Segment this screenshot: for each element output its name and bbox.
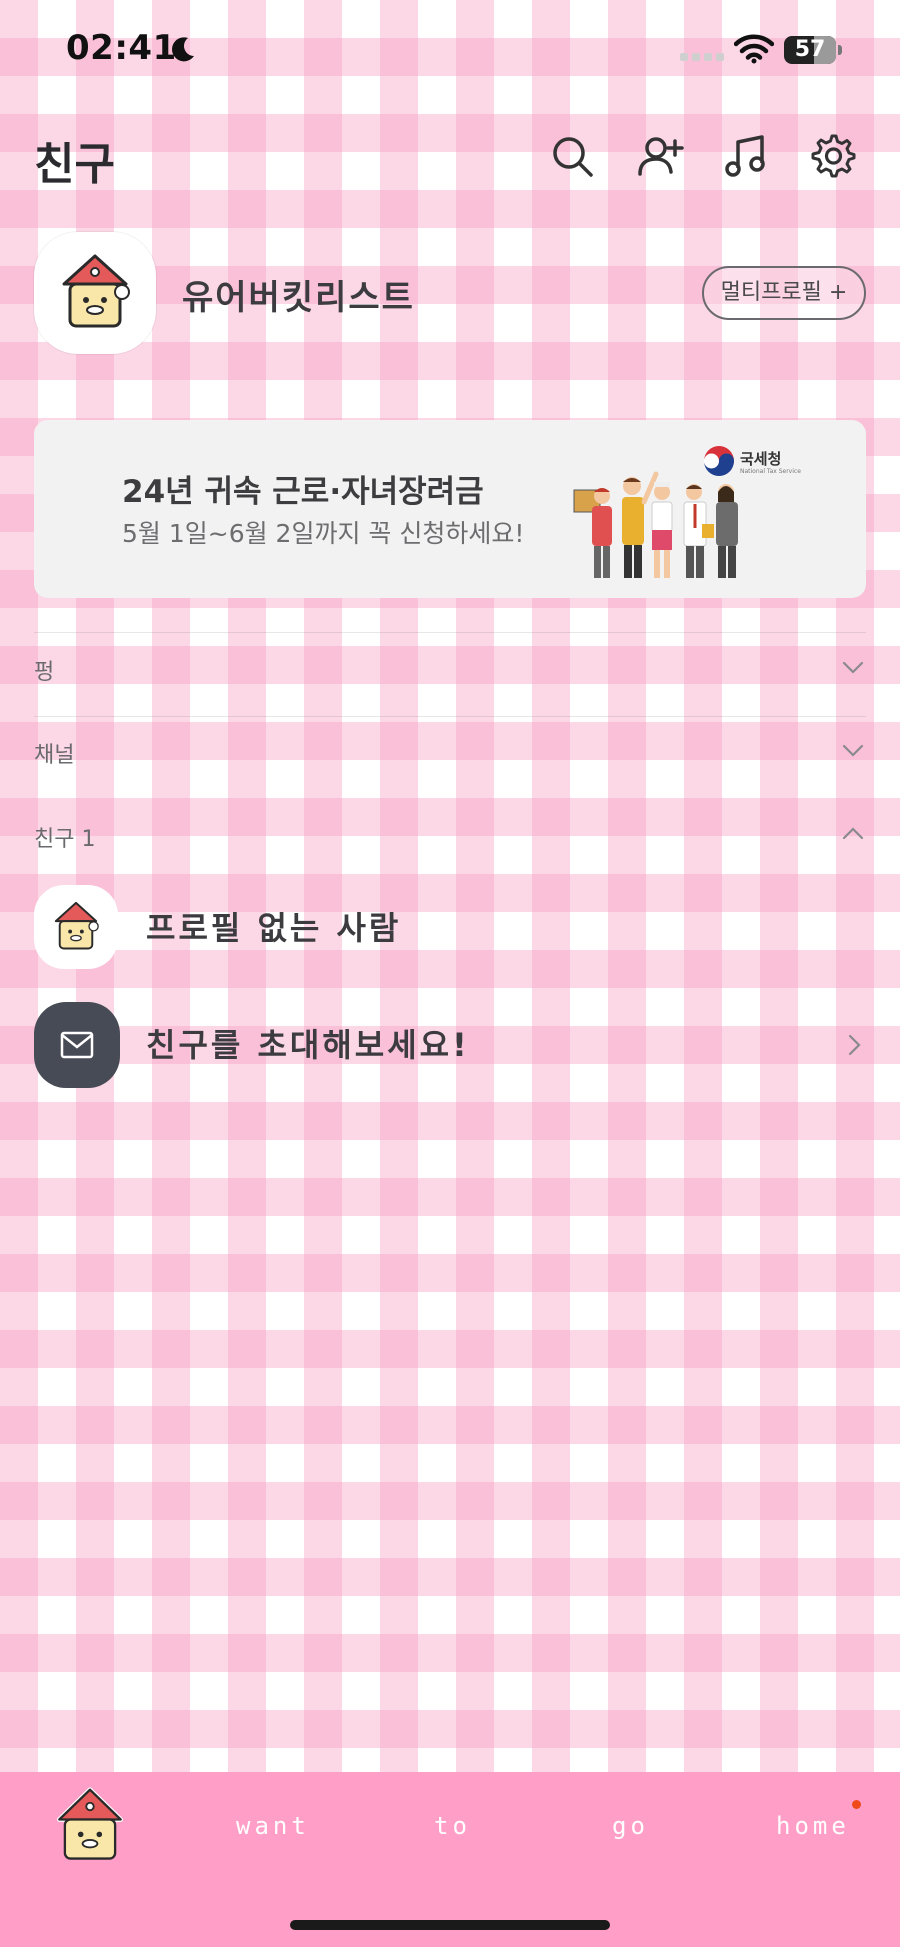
battery-icon: 57 [784,36,842,64]
chevron-down-icon [842,661,864,674]
chevron-down-icon [842,744,864,757]
notification-dot [852,1800,861,1809]
banner-subtitle: 5월 1일~6월 2일까지 꼭 신청하세요! [122,519,525,548]
section-label: 펑 [34,660,55,685]
my-profile-avatar[interactable] [34,232,156,354]
chevron-right-icon[interactable] [844,1032,866,1058]
music-icon[interactable] [722,132,770,180]
tab-home-character[interactable] [52,1786,128,1866]
section-divider [34,632,866,633]
tab-go[interactable]: go [612,1812,649,1840]
tab-bar: want to go home [0,1772,900,1947]
envelope-icon [60,1031,94,1059]
status-time: 02:41 [66,28,177,68]
workers-illustration [573,471,738,578]
section-label: 채널 [34,743,75,768]
wifi-icon [734,34,774,64]
home-indicator [290,1920,610,1930]
friend-avatar[interactable] [34,885,118,969]
battery-body: 57 [784,36,836,64]
section-header-friends[interactable]: 친구 1 [34,811,866,861]
page-title: 친구 [34,139,115,190]
battery-percent: 57 [794,37,826,62]
moon-icon [172,37,194,62]
section-header-channel[interactable]: 채널 [34,727,866,777]
house-character-icon [62,254,130,328]
settings-icon[interactable] [808,132,856,180]
house-character-icon [56,1787,124,1860]
invite-label[interactable]: 친구를 초대해보세요! [146,1020,470,1066]
battery-tip [838,45,842,55]
section-label: 친구 1 [34,827,96,852]
cellular-signal-icon [680,53,724,61]
promo-banner[interactable]: 24년 귀속 근로·자녀장려금 5월 1일~6월 2일까지 꼭 신청하세요! 국… [34,420,866,598]
friend-name[interactable]: 프로필 없는 사람 [146,903,401,949]
section-divider [34,716,866,717]
tab-want[interactable]: want [236,1812,310,1840]
search-icon[interactable] [548,132,596,180]
add-friend-icon[interactable] [636,132,684,180]
section-header-pung[interactable]: 펑 [34,644,866,694]
tab-home[interactable]: home [776,1812,850,1840]
invite-friend-button[interactable] [34,1002,120,1088]
chevron-up-icon [842,827,864,840]
tab-to[interactable]: to [434,1812,471,1840]
status-bar: 02:41 57 [0,0,900,100]
house-character-icon [54,901,99,950]
multi-profile-button[interactable]: 멀티프로필 + [702,266,866,320]
my-profile-name[interactable]: 유어버킷리스트 [182,270,415,319]
banner-title: 24년 귀속 근로·자녀장려금 [122,474,484,510]
